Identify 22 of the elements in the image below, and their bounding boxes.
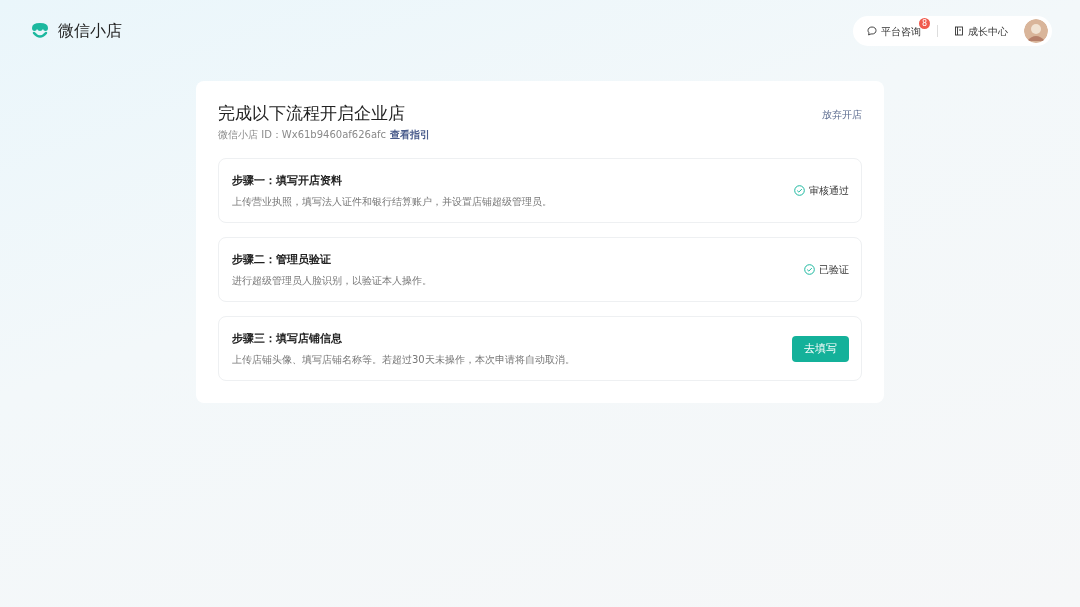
abandon-link[interactable]: 放弃开店 [822,107,862,122]
chat-icon [867,26,877,36]
step-description: 上传店铺头像、填写店铺名称等。若超过30天未操作，本次申请将自动取消。 [232,352,575,367]
consult-link[interactable]: 平台咨询 [867,23,921,39]
page-title: 完成以下流程开启企业店 [218,103,405,124]
logo-icon [30,21,50,41]
brand-name: 微信小店 [58,20,122,42]
book-icon [954,26,964,36]
check-circle-icon [794,185,805,197]
status-text: 已验证 [819,263,849,278]
step-title: 步骤二：管理员验证 [232,252,332,269]
check-circle-icon [804,264,815,276]
avatar[interactable] [1024,19,1048,43]
status-text: 审核通过 [809,184,849,199]
step-description: 上传营业执照，填写法人证件和银行结算账户，并设置店铺超级管理员。 [232,194,552,209]
growth-center-link[interactable]: 成长中心 [954,23,1008,39]
shop-id: 微信小店 ID：Wx61b9460af626afc [218,128,387,143]
notification-count: 8 [919,17,930,29]
guide-link[interactable]: 查看指引 [390,127,431,143]
step-title: 步骤三：填写店铺信息 [232,331,343,348]
step-title: 步骤一：填写开店资料 [232,173,343,190]
step-description: 进行超级管理员人脸识别，以验证本人操作。 [232,273,432,288]
